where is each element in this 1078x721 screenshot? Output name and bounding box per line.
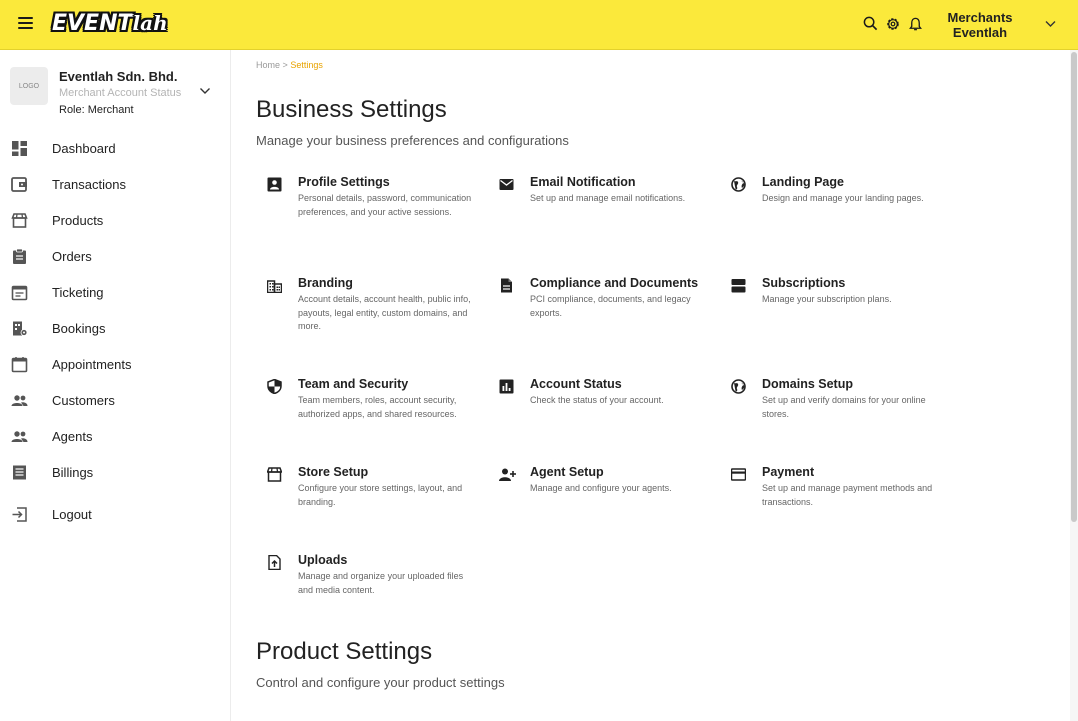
card-description: Set up and manage payment methods and tr…	[762, 483, 933, 507]
sidebar-item-logout[interactable]: Logout	[0, 500, 230, 530]
account-logo: LOGO	[10, 67, 48, 105]
top-bar: EVENTlah Merchants Eventlah	[0, 0, 1078, 50]
people-icon	[11, 431, 28, 442]
main-content: Home > Settings Business Settings Manage…	[232, 50, 1078, 721]
card-title: Profile Settings	[298, 175, 390, 189]
subscriptions-icon	[731, 279, 746, 293]
breadcrumb-home[interactable]: Home	[256, 60, 280, 70]
card-description: Set up and verify domains for your onlin…	[762, 395, 926, 419]
account-box-icon	[267, 177, 282, 192]
card-description: Check the status of your account.	[530, 395, 664, 405]
clipboard-icon	[13, 248, 26, 264]
card-title: Email Notification	[530, 175, 636, 189]
scrollbar-thumb[interactable]	[1071, 52, 1077, 522]
bar-chart-icon	[499, 379, 514, 394]
breadcrumb-separator: >	[282, 60, 288, 70]
building-gear-icon	[13, 321, 28, 336]
sidebar-item-transactions[interactable]: Transactions	[0, 170, 230, 200]
merchant-account-menu[interactable]: Merchants Eventlah	[940, 10, 1020, 40]
search-icon[interactable]	[863, 16, 878, 31]
card-description: Account details, account health, public …	[298, 294, 471, 331]
card-description: Set up and manage email notifications.	[530, 193, 686, 203]
sidebar-item-label: Logout	[52, 507, 92, 522]
globe-icon	[731, 177, 746, 192]
sidebar-item-label: Billings	[52, 465, 94, 480]
sidebar-item-bookings[interactable]: Bookings	[0, 314, 230, 344]
globe-icon	[731, 379, 746, 394]
card-title: Payment	[762, 465, 815, 479]
card-description: PCI compliance, documents, and legacy ex…	[530, 294, 691, 318]
breadcrumb: Home > Settings	[256, 60, 323, 70]
shield-icon	[267, 379, 282, 394]
card-title: Agent Setup	[530, 465, 604, 479]
account-status: Merchant Account Status	[59, 87, 182, 99]
people-icon	[11, 395, 28, 406]
card-title: Subscriptions	[762, 276, 846, 290]
sidebar-item-label: Products	[52, 213, 104, 228]
card-title: Compliance and Documents	[530, 276, 699, 290]
sidebar-item-label: Customers	[52, 393, 115, 408]
chevron-down-icon[interactable]	[1045, 20, 1056, 28]
calendar-icon	[11, 285, 28, 301]
sidebar-item-label: Dashboard	[52, 141, 116, 156]
sidebar-item-products[interactable]: Products	[0, 206, 230, 236]
product-settings-title: Product Settings	[256, 638, 433, 665]
card-description: Manage and configure your agents.	[530, 483, 672, 493]
store-icon	[267, 467, 282, 482]
dashboard-icon	[12, 141, 27, 156]
business-settings-title: Business Settings	[256, 96, 447, 123]
card-description: Design and manage your landing pages.	[762, 193, 924, 203]
card-description: Team members, roles, account security, a…	[298, 395, 457, 419]
account-name: Eventlah Sdn. Bhd.	[59, 69, 178, 84]
sidebar-item-appointments[interactable]: Appointments	[0, 350, 230, 380]
receipt-icon	[13, 465, 26, 480]
business-settings-subtitle: Manage your business preferences and con…	[256, 133, 569, 148]
account-chevron-down-icon[interactable]	[199, 87, 211, 95]
calendar-blank-icon	[11, 357, 28, 373]
sidebar-item-label: Orders	[52, 249, 92, 264]
card-title: Team and Security	[298, 377, 409, 391]
sidebar-item-billings[interactable]: Billings	[0, 458, 230, 488]
person-add-icon	[499, 468, 516, 481]
sidebar-item-ticketing[interactable]: Ticketing	[0, 278, 230, 308]
sidebar-item-label: Appointments	[52, 357, 132, 372]
document-icon	[501, 278, 512, 293]
page-scrollbar[interactable]	[1070, 50, 1078, 721]
logout-icon	[12, 507, 27, 522]
sidebar-item-label: Agents	[52, 429, 93, 444]
building-icon	[267, 280, 282, 293]
sidebar-item-dashboard[interactable]: Dashboard	[0, 134, 230, 164]
sidebar-item-orders[interactable]: Orders	[0, 242, 230, 272]
wallet-icon	[11, 177, 27, 192]
card-description: Configure your store settings, layout, a…	[298, 483, 463, 507]
sidebar: LOGO Eventlah Sdn. Bhd. Merchant Account…	[0, 50, 231, 721]
menu-icon[interactable]	[18, 17, 33, 29]
breadcrumb-current: Settings	[290, 60, 323, 70]
card-description: Personal details, password, communicatio…	[298, 193, 472, 217]
card-title: Account Status	[530, 377, 622, 391]
bell-icon[interactable]	[908, 16, 923, 32]
product-settings-subtitle: Control and configure your product setti…	[256, 675, 505, 690]
sidebar-item-label: Bookings	[52, 321, 106, 336]
file-upload-icon	[268, 555, 281, 570]
card-title: Landing Page	[762, 175, 844, 189]
email-icon	[499, 179, 514, 190]
card-title: Uploads	[298, 553, 348, 567]
gear-icon[interactable]	[885, 16, 901, 32]
card-title: Branding	[298, 276, 353, 290]
store-icon	[11, 213, 28, 228]
sidebar-item-label: Ticketing	[52, 285, 104, 300]
sidebar-item-label: Transactions	[52, 177, 126, 192]
card-title: Store Setup	[298, 465, 369, 479]
sidebar-item-agents[interactable]: Agents	[0, 422, 230, 452]
account-role: Role: Merchant	[59, 104, 134, 116]
sidebar-item-customers[interactable]: Customers	[0, 386, 230, 416]
eventlah-logo[interactable]: EVENTlah	[52, 11, 168, 36]
card-title: Domains Setup	[762, 377, 853, 391]
card-description: Manage your subscription plans.	[762, 294, 892, 304]
card-description: Manage and organize your uploaded files …	[298, 571, 464, 595]
credit-card-icon	[731, 468, 746, 481]
